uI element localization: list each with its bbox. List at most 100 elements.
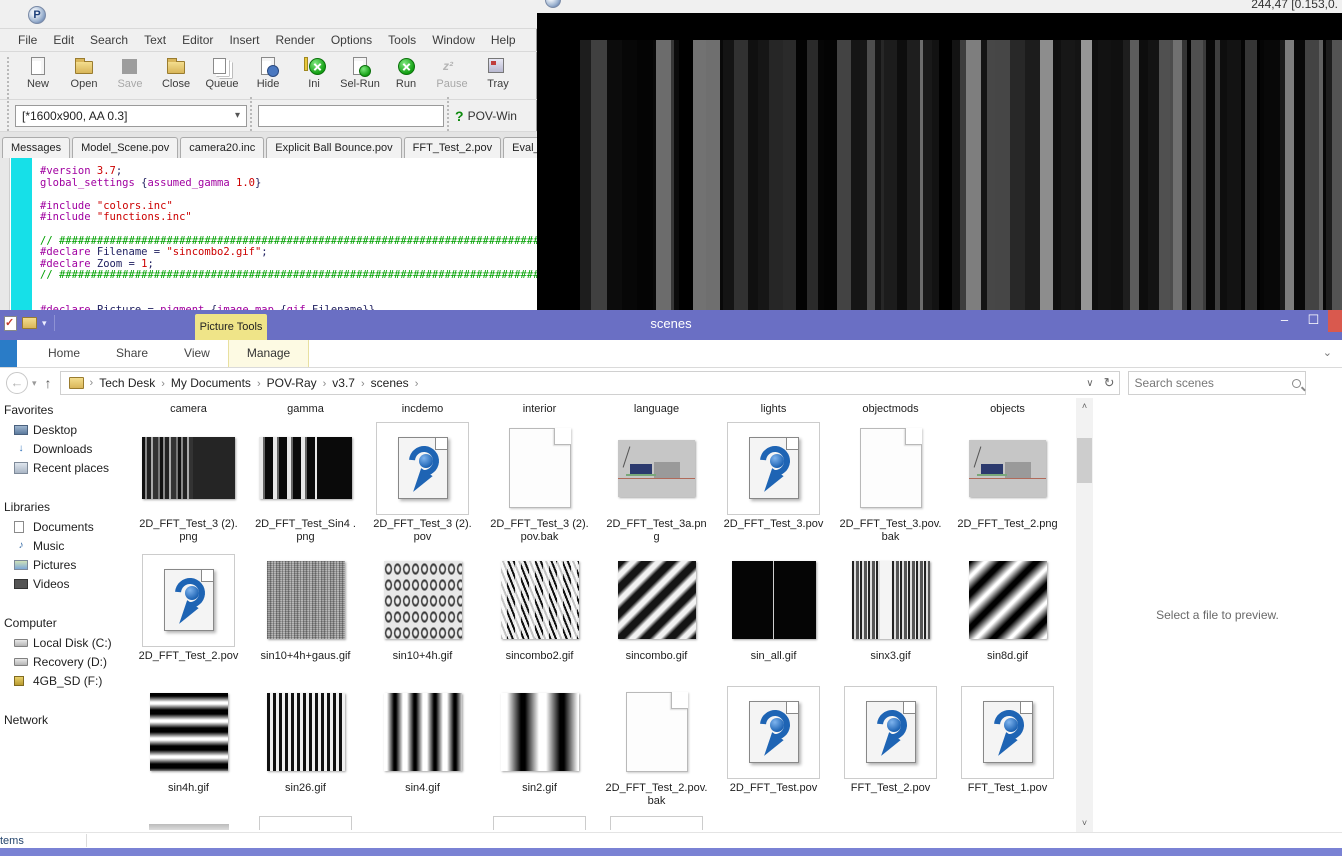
breadcrumb-item-my-documents[interactable]: My Documents	[167, 376, 255, 390]
sel-run-button[interactable]: Sel-Run	[337, 54, 383, 98]
sidebar-item-music[interactable]: ♪Music	[0, 536, 120, 555]
editor-tab-messages[interactable]: Messages	[2, 137, 70, 158]
pov-win-help[interactable]: ? POV-Win	[455, 108, 517, 124]
menu-item-insert[interactable]: Insert	[221, 30, 267, 50]
folder-interior[interactable]: interior	[481, 398, 598, 420]
folder-camera[interactable]: camera	[130, 398, 247, 420]
sidebar-item-desktop[interactable]: Desktop	[0, 420, 120, 439]
ribbon-tab-view[interactable]: View	[166, 340, 228, 367]
folder-lights[interactable]: lights	[715, 398, 832, 420]
folder-incdemo[interactable]: incdemo	[364, 398, 481, 420]
explorer-titlebar[interactable]: ▾ Picture Tools scenes – ☐	[0, 310, 1342, 340]
menu-item-edit[interactable]: Edit	[45, 30, 82, 50]
file-item-sincombo-gif[interactable]: sincombo.gif	[598, 552, 715, 682]
file-item-2d-fft-test-3-2-png[interactable]: 2D_FFT_Test_3 (2).png	[130, 420, 247, 550]
file-item-sin2-gif[interactable]: sin2.gif	[481, 684, 598, 814]
file-item-2d-fft-test-2-pov-bak[interactable]: 2D_FFT_Test_2.pov.bak	[598, 684, 715, 814]
menu-item-editor[interactable]: Editor	[174, 30, 221, 50]
sidebar-item-recent-places[interactable]: Recent places	[0, 458, 120, 477]
file-item-2d-fft-test-pov[interactable]: 2D_FFT_Test.pov	[715, 684, 832, 814]
vertical-scrollbar[interactable]: ˄ ˅	[1076, 398, 1093, 832]
toolbar-drag-handle[interactable]	[447, 97, 452, 135]
file-item-sinx3-gif[interactable]: sinx3.gif	[832, 552, 949, 682]
sidebar-group-network[interactable]: Network	[0, 708, 120, 730]
breadcrumb-item-pov-ray[interactable]: POV-Ray	[263, 376, 321, 390]
breadcrumb-item-tech-desk[interactable]: Tech Desk	[95, 376, 159, 390]
file-item-sincombo2-gif[interactable]: sincombo2.gif	[481, 552, 598, 682]
sidebar-group-computer[interactable]: Computer	[0, 611, 120, 633]
ribbon-tab-home[interactable]: Home	[30, 340, 98, 367]
close-button[interactable]	[1328, 310, 1342, 332]
up-button[interactable]: ↑	[45, 375, 52, 391]
editor-tab-camera20-inc[interactable]: camera20.inc	[180, 137, 264, 158]
breadcrumb-item-scenes[interactable]: scenes	[367, 376, 413, 390]
menu-item-tools[interactable]: Tools	[380, 30, 424, 50]
file-item-2d-fft-test-3-pov[interactable]: 2D_FFT_Test_3.pov	[715, 420, 832, 550]
file-item-fft-test-1-pov[interactable]: FFT_Test_1.pov	[949, 684, 1066, 814]
sidebar-item-4gb-sd-f-[interactable]: 4GB_SD (F:)	[0, 671, 120, 690]
sidebar-item-downloads[interactable]: ↓Downloads	[0, 439, 120, 458]
sidebar-item-pictures[interactable]: Pictures	[0, 555, 120, 574]
scroll-down-arrow-icon[interactable]: ˅	[1076, 815, 1093, 832]
sidebar-item-videos[interactable]: Videos	[0, 574, 120, 593]
file-item-2d-fft-test-3-pov-bak[interactable]: 2D_FFT_Test_3.pov.bak	[832, 420, 949, 550]
file-item-sin4h-gif[interactable]: sin4h.gif	[130, 684, 247, 814]
editor-tab-explicit-ball-bounce-pov[interactable]: Explicit Ball Bounce.pov	[266, 137, 401, 158]
ribbon-tab-manage[interactable]: Manage	[228, 340, 309, 367]
file-item-2d-fft-test-2-png[interactable]: 2D_FFT_Test_2.png	[949, 420, 1066, 550]
folder-objectmods[interactable]: objectmods	[832, 398, 949, 420]
open-button[interactable]: Open	[61, 54, 107, 98]
code-editor[interactable]: #version 3.7;global_settings {assumed_ga…	[0, 158, 537, 310]
pause-button[interactable]: z²Pause	[429, 54, 475, 98]
new-button[interactable]: New	[15, 54, 61, 98]
toolbar-drag-handle[interactable]	[7, 57, 12, 95]
folder-objects[interactable]: objects	[949, 398, 1066, 420]
address-bar[interactable]: › Tech Desk›My Documents›POV-Ray›v3.7›sc…	[60, 371, 1120, 395]
render-preset-dropdown[interactable]: [*1600x900, AA 0.3] ▾	[15, 105, 247, 127]
file-tab[interactable]	[0, 340, 17, 367]
file-item-sin26-gif[interactable]: sin26.gif	[247, 684, 364, 814]
file-item-2d-fft-test-3-2-pov[interactable]: 2D_FFT_Test_3 (2).pov	[364, 420, 481, 550]
editor-tab-model-scene-pov[interactable]: Model_Scene.pov	[72, 137, 178, 158]
toolbar-drag-handle[interactable]	[250, 97, 255, 135]
minimize-button[interactable]: –	[1270, 310, 1299, 332]
file-item-2d-fft-test-2-pov[interactable]: 2D_FFT_Test_2.pov	[130, 552, 247, 682]
sidebar-group-libraries[interactable]: Libraries	[0, 495, 120, 517]
address-dropdown-caret-icon[interactable]: ∨	[1086, 378, 1093, 389]
file-item-sin-all-gif[interactable]: sin_all.gif	[715, 552, 832, 682]
folder-language[interactable]: language	[598, 398, 715, 420]
maximize-button[interactable]: ☐	[1299, 310, 1328, 332]
folder-gamma[interactable]: gamma	[247, 398, 364, 420]
editor-tab-fft-test-2-pov[interactable]: FFT_Test_2.pov	[404, 137, 501, 158]
refresh-icon[interactable]: ↻	[1104, 375, 1115, 391]
back-button[interactable]: ←	[6, 372, 28, 394]
file-item-sin8d-gif[interactable]: sin8d.gif	[949, 552, 1066, 682]
search-input[interactable]: Search scenes	[1128, 371, 1306, 395]
queue-button[interactable]: Queue	[199, 54, 245, 98]
recent-locations-caret-icon[interactable]: ▾	[32, 378, 37, 389]
tray-button[interactable]: Tray	[475, 54, 521, 98]
menu-item-file[interactable]: File	[10, 30, 45, 50]
menu-item-window[interactable]: Window	[424, 30, 483, 50]
breadcrumb-item-v3-7[interactable]: v3.7	[328, 376, 359, 390]
sidebar-item-documents[interactable]: Documents	[0, 517, 120, 536]
hide-button[interactable]: Hide	[245, 54, 291, 98]
ribbon-tab-share[interactable]: Share	[98, 340, 166, 367]
close-button[interactable]: Close	[153, 54, 199, 98]
menu-item-options[interactable]: Options	[323, 30, 380, 50]
ribbon-expand-chevron-icon[interactable]: ⌄	[1323, 346, 1332, 359]
ini-button[interactable]: Ini	[291, 54, 337, 98]
scrollbar-thumb[interactable]	[1077, 438, 1092, 483]
sidebar-item-recovery-d-[interactable]: Recovery (D:)	[0, 652, 120, 671]
file-item-2d-fft-test-3-2-pov-bak[interactable]: 2D_FFT_Test_3 (2).pov.bak	[481, 420, 598, 550]
file-item-sin10-4h-gaus-gif[interactable]: sin10+4h+gaus.gif	[247, 552, 364, 682]
sidebar-group-favorites[interactable]: Favorites	[0, 398, 120, 420]
file-item-2d-fft-test-3a-png[interactable]: 2D_FFT_Test_3a.png	[598, 420, 715, 550]
render-titlebar[interactable]: 244,47 [0.153,0.	[537, 0, 1342, 13]
menu-item-help[interactable]: Help	[483, 30, 524, 50]
file-item-2d-fft-test-sin4-png[interactable]: 2D_FFT_Test_Sin4 .png	[247, 420, 364, 550]
sidebar-item-local-disk-c-[interactable]: Local Disk (C:)	[0, 633, 120, 652]
file-item-fft-test-2-pov[interactable]: FFT_Test_2.pov	[832, 684, 949, 814]
save-button[interactable]: Save	[107, 54, 153, 98]
scroll-up-arrow-icon[interactable]: ˄	[1076, 398, 1093, 415]
